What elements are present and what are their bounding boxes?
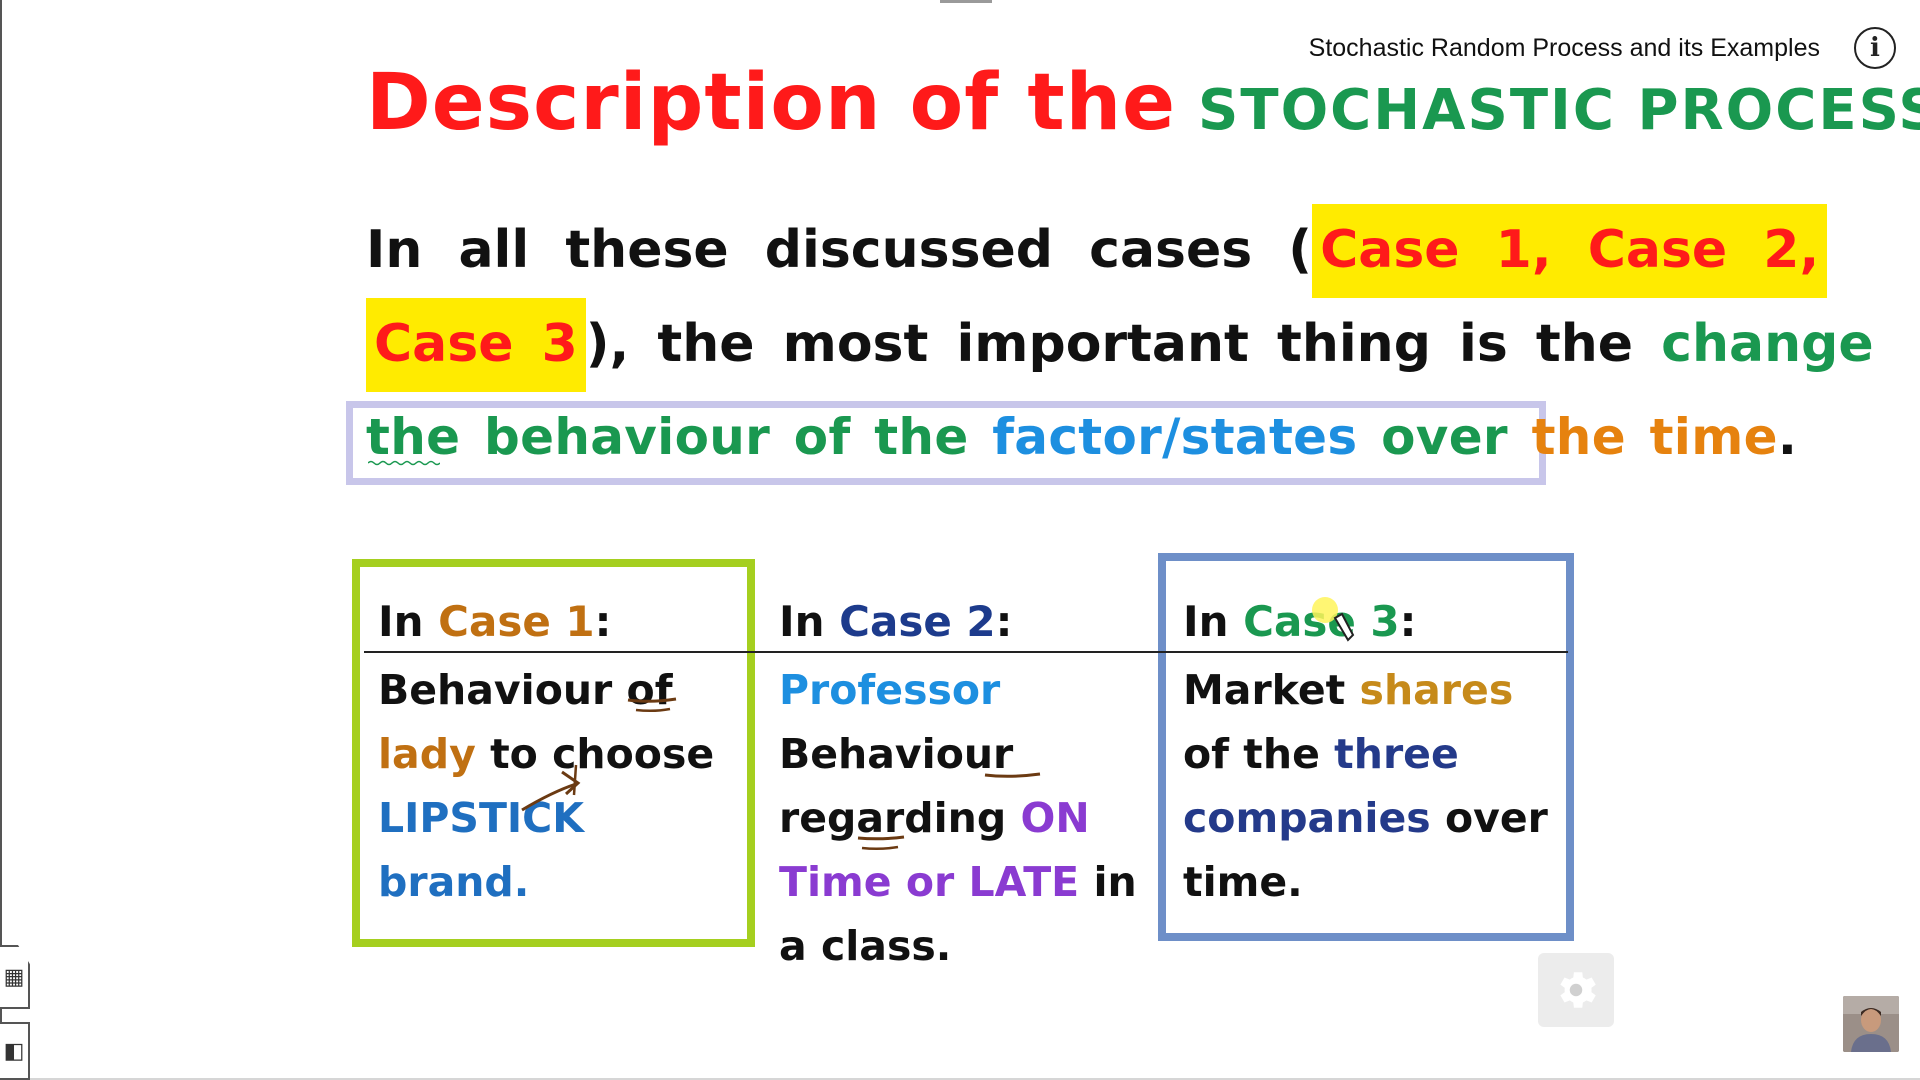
case-2-head-colon: :	[995, 597, 1013, 646]
case-1-body-1: Behaviour of	[378, 666, 673, 714]
case-3-heading: In Case 3:	[1183, 601, 1416, 643]
line1-highlight: Case 1, Case 2,	[1312, 204, 1828, 298]
line1-prefix: In all these discussed cases (	[366, 220, 1313, 280]
case-1-body-2: to choose	[490, 730, 715, 778]
case-2-head-prefix: In	[779, 597, 825, 646]
presenter-thumbnail	[1843, 996, 1899, 1052]
case-1-head-case: Case 1	[438, 597, 595, 646]
title-part-1: Description of the	[366, 58, 1177, 148]
left-edge-line	[0, 0, 2, 1080]
paragraph-line-1: In all these discussed cases (Case 1, Ca…	[366, 204, 1828, 298]
case-1-heading: In Case 1:	[378, 601, 611, 643]
top-progress-notch	[940, 0, 992, 3]
gear-icon	[1560, 972, 1596, 1008]
case-2-body-professor: Professor	[779, 666, 1001, 714]
case-header-divider	[364, 651, 1568, 653]
case-3-body-shares: shares	[1359, 666, 1514, 714]
line2-highlight: Case 3	[366, 298, 586, 392]
case-1-body-lady: lady	[378, 730, 476, 778]
title-part-2: STOCHASTIC PROCESS	[1198, 78, 1920, 143]
case-3-head-colon: :	[1399, 597, 1417, 646]
case-2-body-late: LATE	[968, 858, 1080, 906]
case-2-body-1: Behaviour regarding	[779, 730, 1014, 842]
settings-button[interactable]	[1538, 953, 1614, 1027]
line3-over: over	[1381, 408, 1508, 466]
line3-time: the time	[1531, 408, 1778, 466]
line2-change: change	[1661, 314, 1874, 374]
line3-factor: factor/states	[992, 408, 1358, 466]
case-3-head-case: Case 3	[1243, 597, 1400, 646]
video-frame[interactable]: ▦ ◧ Stochastic Random Process and its Ex…	[0, 0, 1920, 1080]
table-icon[interactable]: ▦	[0, 945, 30, 1009]
case-1-head-prefix: In	[378, 597, 424, 646]
line3-period: .	[1777, 408, 1798, 466]
case-3-body-2: of the	[1183, 730, 1320, 778]
spellcheck-squiggle	[368, 460, 440, 466]
case-2-head-case: Case 2	[839, 597, 996, 646]
case-3-head-prefix: In	[1183, 597, 1229, 646]
case-2-heading: In Case 2:	[779, 601, 1012, 643]
case-1-body: Behaviour of lady to choose LIPSTICK bra…	[378, 658, 748, 914]
info-icon[interactable]: i	[1854, 27, 1896, 69]
case-2-body: Professor Behaviour regarding ON Time or…	[779, 658, 1149, 978]
case-3-body-1: Market	[1183, 666, 1346, 714]
line3-the: the	[366, 408, 461, 466]
case-3-body: Market shares of the three companies ove…	[1183, 658, 1573, 914]
paragraph-line-2: Case 3), the most important thing is the…	[366, 298, 1874, 392]
case-1-head-colon: :	[594, 597, 612, 646]
case-2-body-or: or	[905, 858, 955, 906]
line2-middle: ), the most important thing is the	[585, 314, 1634, 374]
panel-icon[interactable]: ◧	[0, 1022, 30, 1080]
avatar[interactable]	[1843, 996, 1899, 1052]
video-title[interactable]: Stochastic Random Process and its Exampl…	[1309, 34, 1820, 63]
case-1-body-brand: brand.	[378, 858, 530, 906]
line3-behaviour: behaviour of the	[484, 408, 969, 466]
paragraph-line-3: the behaviour of the factor/states over …	[366, 412, 1797, 462]
slide-title: Description of the STOCHASTIC PROCESS	[366, 64, 1920, 142]
case-1-body-lipstick: LIPSTICK	[378, 794, 585, 842]
